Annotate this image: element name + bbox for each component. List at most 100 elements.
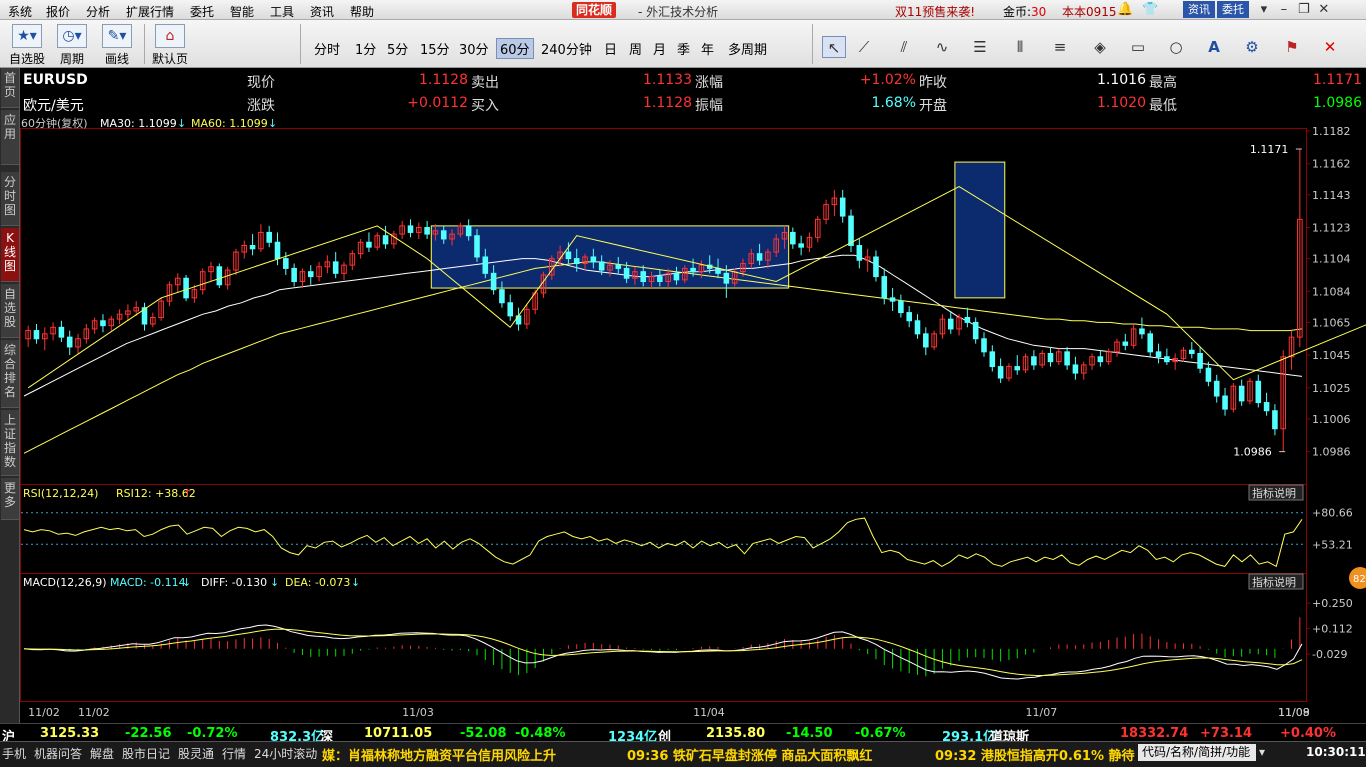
tab-home[interactable]: 首页 (1, 68, 19, 108)
ma60-line (23, 261, 1303, 454)
menu-extended-quote[interactable]: 扩展行情 (126, 3, 174, 20)
period-15min[interactable]: 15分 (420, 39, 450, 58)
tab-apps[interactable]: 应用 (1, 110, 19, 165)
minimize-icon[interactable]: – (1275, 1, 1293, 18)
period-year[interactable]: 年 (701, 39, 714, 58)
bottom-tab-24h[interactable]: 24小时滚动 (254, 745, 317, 762)
gann-tool-icon[interactable]: ◈ (1088, 36, 1112, 58)
delete-icon[interactable]: ✕ (1318, 36, 1342, 58)
bottom-tab-quote[interactable]: 行情 (222, 745, 246, 762)
period-button[interactable]: ◷▾ 周期 (52, 22, 92, 66)
cursor-icon[interactable]: ↖ (822, 36, 846, 58)
bottom-tab-diary[interactable]: 股市日记 (122, 745, 170, 762)
candle-body (1097, 356, 1104, 363)
code-search-input[interactable]: 代码/名称/简拼/功能 (1138, 744, 1256, 761)
x-axis-label: 11/09 (1278, 706, 1310, 719)
close-icon[interactable]: ✕ (1315, 1, 1333, 18)
period-day[interactable]: 日 (604, 39, 617, 58)
chart-area[interactable]: 1.1182 1.1162 1.1143 1.1123 1.1104 1.1084 1.10… (20, 116, 1366, 723)
buy-value: 1.1128 (643, 95, 692, 111)
clock: 10:30:11 (1306, 745, 1366, 759)
tab-ranking[interactable]: 综合排名 (1, 340, 19, 408)
period-fenshi[interactable]: 分时 (314, 39, 340, 58)
candle-body (981, 338, 987, 353)
tab-kline[interactable]: K线图 (1, 228, 19, 282)
candle-body (100, 320, 106, 327)
watchlist-label: 自选股 (8, 52, 45, 66)
news-item[interactable]: 媒：肖福林称地方融资平台信用风险上升 (322, 745, 556, 764)
notification-badge[interactable]: 82 (1349, 567, 1366, 589)
shirt-icon[interactable]: 👕 (1142, 2, 1158, 17)
bell-icon[interactable]: 🔔 (1117, 2, 1133, 17)
candle-body (499, 289, 505, 304)
candle-body (382, 235, 389, 245)
period-quarter[interactable]: 季 (677, 39, 690, 58)
tab-shanghai-index[interactable]: 上证指数 (1, 410, 19, 476)
bottom-tab-mobile[interactable]: 手机 (2, 745, 26, 762)
period-60min[interactable]: 60分 (496, 38, 534, 59)
dea-value-legend: DEA: -0.073 (285, 576, 350, 589)
tab-timeshare[interactable]: 分时图 (1, 172, 19, 226)
tab-watchlist[interactable]: 自选股 (1, 284, 19, 338)
menu-tools[interactable]: 工具 (270, 3, 294, 20)
bottom-tab-qa[interactable]: 机器问答 (34, 745, 82, 762)
fib-tool-icon[interactable]: ☰ (968, 36, 992, 58)
y-tick-label: 1.1006 (1312, 413, 1351, 426)
period-month[interactable]: 月 (653, 39, 666, 58)
menu-news[interactable]: 资讯 (310, 3, 334, 20)
dropdown-icon[interactable]: ▾ (1259, 745, 1265, 759)
tab-more[interactable]: 更多 (1, 478, 19, 520)
rsi-help-button[interactable]: 指标说明 (1248, 484, 1304, 501)
settings-gear-icon[interactable]: ⚙ (1240, 36, 1264, 58)
news-item[interactable]: 09:32 港股恒指高开0.61% 静待美 (935, 745, 1135, 764)
period-multi[interactable]: 多周期 (728, 39, 767, 58)
user-name[interactable]: 本本0915 (1062, 3, 1117, 20)
default-page-button[interactable]: ⌂ 默认页 (150, 22, 190, 66)
menu-trade[interactable]: 委托 (190, 3, 214, 20)
promo-link[interactable]: 双11预售来袭! (895, 3, 975, 20)
period-1min[interactable]: 1分 (355, 39, 376, 58)
news-item[interactable]: 09:36 铁矿石早盘封涨停 商品大面积飘红 (627, 745, 872, 764)
candle-body (440, 230, 447, 240)
period-240min[interactable]: 240分钟 (541, 39, 592, 58)
candle-body (839, 197, 846, 217)
macd-help-button[interactable]: 指标说明 (1248, 573, 1304, 590)
period-5min[interactable]: 5分 (387, 39, 408, 58)
bookmark-icon[interactable]: ⚑ (1280, 36, 1304, 58)
bars-tool-icon[interactable]: ⦀ (1008, 36, 1032, 58)
dea-arrow-icon: ↓ (351, 576, 360, 589)
dropdown-icon[interactable]: ▾ (1255, 1, 1273, 18)
wave-tool-icon[interactable]: ∿ (930, 36, 954, 58)
trade-button[interactable]: 委托 (1217, 1, 1249, 18)
brand-logo: 同花顺 (572, 2, 617, 18)
text-tool-icon[interactable]: A (1202, 36, 1226, 58)
candle-body (249, 245, 256, 250)
period-30min[interactable]: 30分 (459, 39, 489, 58)
candle-body (274, 241, 281, 260)
candle-body (565, 251, 572, 260)
change-label: 涨跌 (247, 98, 275, 114)
bottom-tab-analysis[interactable]: 解盘 (90, 745, 114, 762)
bottom-tab-lingtong[interactable]: 股灵通 (178, 745, 214, 762)
watchlist-button[interactable]: ★▾ 自选股 (7, 22, 47, 66)
toolbar: ★▾ 自选股 ◷▾ 周期 ✎▾ 画线 ⌂ 默认页 分时 1分 5分 15分 30分 60… (0, 20, 1366, 68)
restore-icon[interactable]: ❐ (1295, 1, 1313, 18)
menu-analysis[interactable]: 分析 (86, 3, 110, 20)
candle-body (1014, 366, 1021, 371)
news-button[interactable]: 资讯 (1183, 1, 1215, 18)
y-tick-label: 1.1104 (1312, 253, 1351, 266)
menu-quote[interactable]: 报价 (46, 3, 70, 20)
menu-smart[interactable]: 智能 (230, 3, 254, 20)
line-tool-icon[interactable]: ⟋ (852, 36, 876, 58)
draw-button[interactable]: ✎▾ 画线 (97, 22, 137, 66)
low-label: 最低 (1149, 98, 1177, 114)
menu-help[interactable]: 帮助 (350, 3, 374, 20)
channel-tool-icon[interactable]: ≡ (1048, 36, 1072, 58)
rect-tool-icon[interactable]: ▭ (1126, 36, 1150, 58)
parallel-tool-icon[interactable]: ⫽ (892, 36, 916, 58)
menu-system[interactable]: 系统 (8, 3, 32, 20)
y-tick-label: 1.1065 (1312, 316, 1351, 329)
circle-tool-icon[interactable]: ○ (1164, 36, 1188, 58)
macd-tick-label: +0.112 (1312, 622, 1353, 635)
period-week[interactable]: 周 (629, 39, 642, 58)
